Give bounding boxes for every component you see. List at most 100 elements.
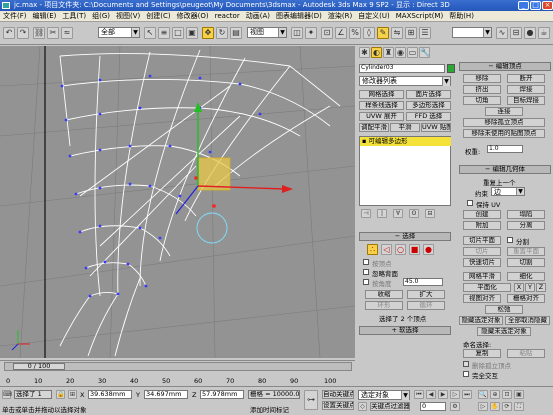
- make-unique-icon[interactable]: ∀: [393, 209, 403, 218]
- maxscript-listener-icon[interactable]: ⌨: [2, 390, 12, 399]
- object-name-field[interactable]: Cylinder03: [359, 64, 445, 73]
- polygon-mode-icon[interactable]: ■: [409, 244, 420, 255]
- extrude-button[interactable]: 挤出: [463, 85, 501, 94]
- remove-isolated-button[interactable]: 移除孤立顶点: [463, 118, 545, 127]
- time-ruler[interactable]: 0 10 20 30 40 50 60 70 80 90 100: [4, 373, 352, 385]
- curve-editor-icon[interactable]: ∿: [496, 27, 508, 39]
- create-tab-icon[interactable]: ✱: [359, 47, 370, 58]
- previous-frame-icon[interactable]: ◀: [426, 390, 436, 399]
- menu-create[interactable]: 创建(C): [143, 11, 173, 22]
- key-mode-icon[interactable]: ◇: [358, 402, 367, 411]
- weld-button[interactable]: 焊接: [507, 85, 545, 94]
- turbosmooth-button[interactable]: 调配平滑: [359, 123, 389, 132]
- unlink-icon[interactable]: ✂: [47, 27, 59, 39]
- smooth-button[interactable]: 平滑: [390, 123, 420, 132]
- window-crossing-icon[interactable]: ▣: [186, 27, 198, 39]
- relax-button[interactable]: 松弛: [485, 305, 523, 314]
- split-checkbox[interactable]: [507, 237, 513, 243]
- named-selection-icon[interactable]: ✎: [377, 27, 389, 39]
- menu-edit[interactable]: 编辑(E): [30, 11, 60, 22]
- menu-views[interactable]: 视图(V): [113, 11, 143, 22]
- vertex-mode-icon[interactable]: ∴: [367, 244, 378, 255]
- ignore-backfacing-checkbox[interactable]: [363, 269, 369, 275]
- align-icon[interactable]: ⊞: [405, 27, 417, 39]
- percent-snap-icon[interactable]: %: [349, 27, 361, 39]
- grow-button[interactable]: 扩大: [407, 290, 445, 299]
- patch-select-button[interactable]: 面片选择: [406, 90, 451, 99]
- remove-button[interactable]: 移除: [463, 74, 501, 83]
- redo-icon[interactable]: ↷: [17, 27, 29, 39]
- border-mode-icon[interactable]: ○: [395, 244, 406, 255]
- display-tab-icon[interactable]: ▭: [407, 47, 418, 58]
- go-to-start-icon[interactable]: ⏮: [414, 390, 424, 399]
- zoom-extents-all-icon[interactable]: ▣: [514, 390, 524, 399]
- play-icon[interactable]: ▶: [438, 390, 448, 399]
- object-color-swatch[interactable]: [447, 64, 455, 73]
- constraints-combo[interactable]: 边 ▼: [491, 187, 525, 196]
- mirror-icon[interactable]: ⇋: [391, 27, 403, 39]
- cut-button[interactable]: 切割: [507, 258, 545, 267]
- menu-group[interactable]: 组(G): [89, 11, 113, 22]
- view-align-button[interactable]: 视图对齐: [463, 294, 501, 303]
- schematic-view-icon[interactable]: ⊟: [510, 27, 522, 39]
- mesh-select-button[interactable]: 网格选择: [359, 90, 404, 99]
- material-editor-icon[interactable]: ●: [524, 27, 536, 39]
- absolute-mode-icon[interactable]: ⊞: [68, 390, 77, 399]
- configure-sets-icon[interactable]: ⊟: [425, 209, 435, 218]
- lock-selection-icon[interactable]: 🔒: [56, 390, 65, 399]
- reset-plane-button[interactable]: 重置平面: [507, 247, 545, 256]
- angle-field[interactable]: 45.0: [403, 278, 443, 286]
- remove-modifier-icon[interactable]: ʘ: [409, 209, 419, 218]
- hide-selected-button[interactable]: 隐藏选定对象: [459, 316, 503, 325]
- shrink-button[interactable]: 收缩: [365, 290, 403, 299]
- current-frame-field[interactable]: 0: [420, 402, 446, 411]
- detach-button[interactable]: 分离: [507, 221, 545, 230]
- y-coordinate-field[interactable]: 34.697mm: [144, 390, 188, 399]
- field-of-view-icon[interactable]: ▷: [478, 402, 488, 411]
- unhide-all-button[interactable]: 全部取消隐藏: [505, 316, 550, 325]
- remove-unused-map-button[interactable]: 移除未使用的贴图顶点: [463, 129, 545, 138]
- planar-x-button[interactable]: X: [514, 283, 524, 292]
- edge-mode-icon[interactable]: ◁: [381, 244, 392, 255]
- by-angle-checkbox[interactable]: [363, 279, 369, 285]
- time-config-icon[interactable]: ⚙: [450, 402, 460, 411]
- pivot-center-icon[interactable]: ◫: [291, 27, 303, 39]
- spline-select-button[interactable]: 样条线选择: [359, 101, 404, 110]
- pin-stack-icon[interactable]: ⊣: [361, 209, 371, 218]
- menu-file[interactable]: 文件(F): [0, 11, 30, 22]
- time-slider-track[interactable]: 0 / 100: [4, 362, 352, 371]
- planar-z-button[interactable]: Z: [536, 283, 546, 292]
- weight-field[interactable]: 1.0: [487, 145, 523, 153]
- select-and-move-icon[interactable]: ✥: [202, 27, 214, 39]
- menu-modifiers[interactable]: 修改器(O): [174, 11, 212, 22]
- zoom-icon[interactable]: 🔍: [478, 390, 488, 399]
- break-button[interactable]: 断开: [507, 74, 545, 83]
- connect-button[interactable]: 连接: [485, 107, 523, 116]
- paste-button[interactable]: 粘贴: [507, 349, 545, 358]
- set-key-icon[interactable]: ⊶: [304, 390, 318, 410]
- next-frame-icon[interactable]: ▷: [450, 390, 460, 399]
- select-and-rotate-icon[interactable]: ↻: [216, 27, 228, 39]
- edit-geometry-header[interactable]: − 编辑几何体: [459, 165, 551, 174]
- arc-rotate-icon[interactable]: ⟳: [502, 402, 512, 411]
- uvw-unwrap-button[interactable]: UVW 展开: [359, 112, 404, 121]
- element-mode-icon[interactable]: ●: [423, 244, 434, 255]
- selection-rollout-header[interactable]: − 选择: [359, 232, 451, 241]
- select-by-name-icon[interactable]: ≡: [158, 27, 170, 39]
- ring-button[interactable]: 环形: [365, 301, 403, 310]
- undo-icon[interactable]: ↶: [3, 27, 15, 39]
- angle-snap-icon[interactable]: ∠: [335, 27, 347, 39]
- delete-isolated-checkbox[interactable]: [463, 361, 469, 367]
- select-manipulate-icon[interactable]: ✦: [305, 27, 317, 39]
- close-button[interactable]: ×: [542, 1, 553, 10]
- modifier-stack[interactable]: ▪ 可编辑多边形: [359, 136, 451, 206]
- select-object-icon[interactable]: ↖: [144, 27, 156, 39]
- set-key-button[interactable]: 设置关键点: [322, 401, 354, 410]
- minimize-button[interactable]: _: [518, 1, 529, 10]
- edit-vertices-header[interactable]: − 编辑顶点: [459, 62, 551, 71]
- poly-select-button[interactable]: 多边形选择: [406, 101, 451, 110]
- by-vertex-checkbox[interactable]: [363, 259, 369, 265]
- reference-coordinate-combo[interactable]: 视图 ▼: [247, 27, 287, 38]
- layer-manager-icon[interactable]: ☰: [419, 27, 431, 39]
- preserve-uv-checkbox[interactable]: [467, 200, 473, 206]
